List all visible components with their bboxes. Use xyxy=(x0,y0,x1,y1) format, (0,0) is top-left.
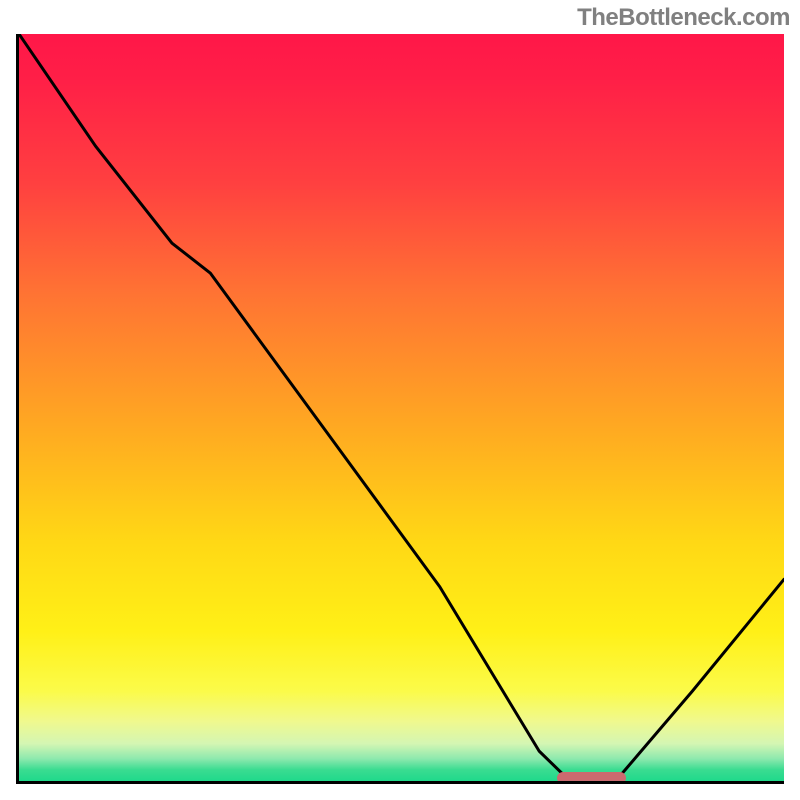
chart-canvas: TheBottleneck.com xyxy=(0,0,800,800)
watermark-text: TheBottleneck.com xyxy=(577,4,790,32)
optimal-range-marker xyxy=(557,772,626,784)
bottleneck-curve-path xyxy=(19,34,784,781)
curve-svg xyxy=(19,34,784,781)
plot-area xyxy=(16,34,784,784)
